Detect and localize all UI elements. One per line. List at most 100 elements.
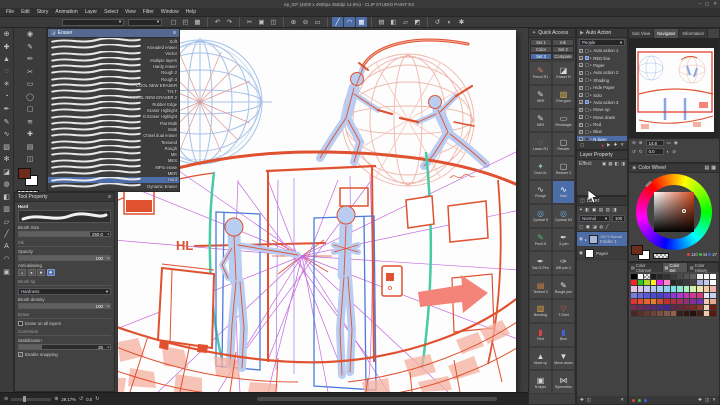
auto-action-item[interactable]: ✓ ▸ Paper xyxy=(577,62,627,69)
layer-delete-icon[interactable]: ✕ xyxy=(620,397,624,403)
decoration-tool-icon[interactable]: ✻ xyxy=(0,153,13,166)
tab-color-channel[interactable]: ▤ Color Channel xyxy=(629,263,663,273)
play-action-icon[interactable]: ▶ xyxy=(607,142,610,148)
subtool-pencil-icon[interactable]: ✏ xyxy=(24,53,37,66)
expand-icon[interactable]: ▸ xyxy=(590,130,592,134)
qa-tool-cymbal-h2[interactable]: ◎ Cymbal H2 xyxy=(552,203,575,228)
expand-icon[interactable]: ▸ xyxy=(590,78,592,82)
mask-icon[interactable]: ◨ xyxy=(612,207,616,213)
panel-menu-icon[interactable]: ≡ xyxy=(108,194,111,200)
maximize-button[interactable]: ▢ xyxy=(705,1,709,7)
figure-tool-icon[interactable]: ▱ xyxy=(0,216,13,229)
layer-duplicate-icon[interactable]: ◫ xyxy=(587,397,591,403)
auto-action-item[interactable]: ✓ ▸ Move up xyxy=(577,106,627,113)
sv-selector[interactable] xyxy=(682,209,686,213)
qa-tool-rough[interactable]: ∿ Rough xyxy=(529,179,552,204)
brush-tool-icon[interactable]: ∿ xyxy=(0,128,13,141)
rotate-view-icon[interactable]: ↺ xyxy=(432,17,443,27)
zoom-in-icon[interactable]: ⊕ xyxy=(54,396,58,402)
qa-tool-symmetric[interactable]: ⋈ Symmetric xyxy=(552,370,575,395)
color-wheel-area[interactable] xyxy=(629,173,719,250)
snap-ruler-icon[interactable]: ╱ xyxy=(332,17,343,27)
color-swatch[interactable] xyxy=(670,311,678,318)
qa-tool-hard[interactable]: ∿ Hard xyxy=(552,179,575,204)
nav-reset-icon[interactable]: ⊘ xyxy=(672,149,676,155)
enable-snapping-checkbox[interactable]: ✓ xyxy=(18,352,23,357)
color-swatch[interactable] xyxy=(677,311,684,318)
qa-tool-blue[interactable]: ▮ Blue xyxy=(552,322,575,347)
expand-icon[interactable]: ▸ xyxy=(590,115,592,119)
menu-help[interactable]: Help xyxy=(186,9,196,15)
menu-layer[interactable]: Layer xyxy=(85,9,98,15)
qa-tool-wb-pen-2[interactable]: ✑ WB pen 2 xyxy=(552,251,575,276)
nav-rotate-cw-icon[interactable]: ↻ xyxy=(639,149,643,155)
select-area-icon[interactable]: ▱ xyxy=(400,17,411,27)
horizontal-scrollbar[interactable] xyxy=(257,397,497,401)
duplicate-subtool-icon[interactable]: ◫ xyxy=(165,190,169,191)
action-checkbox[interactable]: ✓ xyxy=(579,78,583,83)
qa-tool-red[interactable]: ▮ Red xyxy=(529,322,552,347)
menu-file[interactable]: File xyxy=(6,9,14,15)
auto-action-item[interactable]: ✓ ▸ Shading xyxy=(577,77,627,84)
subtool-pen-icon[interactable]: ✎ xyxy=(24,41,37,54)
replace-swatch-icon[interactable]: ◫ xyxy=(705,397,709,403)
snap-special-ruler-icon[interactable]: ◠ xyxy=(344,17,355,27)
auto-action-item[interactable]: ✓ ▸ Auto action 2 xyxy=(577,69,627,76)
nav-actual-icon[interactable]: ◉ xyxy=(674,140,678,146)
lock-layer-icon[interactable]: ▢ xyxy=(579,224,583,230)
aa-medium-button[interactable]: ● xyxy=(37,269,45,276)
color-swatch[interactable] xyxy=(696,311,704,318)
qa-tool-move-up[interactable]: ▲ Move up xyxy=(529,346,552,371)
action-checkbox[interactable]: ✓ xyxy=(579,85,583,90)
layer-visibility-icon[interactable]: ◉ xyxy=(579,250,583,256)
text-tool-icon[interactable]: A xyxy=(0,241,13,254)
auto-action-item[interactable]: ✓ ▸ Auto action 3 xyxy=(577,99,627,106)
brush-size-slider[interactable]: 250.0 ▸ xyxy=(18,231,111,237)
border-effect-icon[interactable]: ▣ xyxy=(602,161,606,167)
menu-animation[interactable]: Animation xyxy=(55,9,77,15)
add-action-icon[interactable]: ✚ xyxy=(613,142,617,148)
copy-icon[interactable]: ▣ xyxy=(256,17,267,27)
qa-tool-pecil-h[interactable]: ✎ Pecil H xyxy=(529,227,552,252)
auto-action-item[interactable]: ✓ ▸ Blue xyxy=(577,128,627,135)
zoom-out-icon[interactable]: ⊖ xyxy=(300,17,311,27)
snap-grid-icon[interactable]: ▦ xyxy=(356,17,367,27)
paste-icon[interactable]: ◫ xyxy=(268,17,279,27)
tone-effect-icon[interactable]: ▦ xyxy=(608,161,612,167)
color-swatch[interactable] xyxy=(710,311,717,318)
qa-tool-t-shirt[interactable]: ▽ T-Shirt xyxy=(552,298,575,323)
navigator-thumbnail[interactable] xyxy=(629,38,719,138)
layer-row[interactable]: ◉ ▸ 100 % Normal Folder 1 xyxy=(577,232,627,247)
add-swatch-icon[interactable]: ✚ xyxy=(698,397,702,403)
frame-border-tool-icon[interactable]: ▣ xyxy=(0,266,13,279)
gradient-tool-icon[interactable]: ▥ xyxy=(0,203,13,216)
brush-density-slider[interactable]: 100 ▸ xyxy=(18,303,111,309)
menu-view[interactable]: View xyxy=(125,9,136,15)
stabilization-slider[interactable]: 25 ▸ xyxy=(18,344,111,350)
action-set-combo[interactable]: People ▾ xyxy=(579,39,625,46)
transparent-swatch[interactable] xyxy=(653,253,669,259)
pencil-tool-icon[interactable]: ✎ xyxy=(0,116,13,129)
redo-icon[interactable]: ↷ xyxy=(224,17,235,27)
qa-set-compare[interactable]: Compare xyxy=(552,53,574,60)
clip-icon[interactable]: ◪ xyxy=(593,224,597,230)
expand-icon[interactable]: ▸ xyxy=(590,56,592,60)
qa-set-ink[interactable]: Ink xyxy=(552,39,574,46)
layer-color-icon[interactable]: ◧ xyxy=(614,161,618,167)
move-tool-icon[interactable]: ✚ xyxy=(0,41,13,54)
tip-shape-combo[interactable]: Hardness ▾ xyxy=(18,288,111,295)
color-swatch[interactable] xyxy=(644,311,651,318)
auto-action-item[interactable]: ✓ ▸ Auto action 1 xyxy=(577,47,627,54)
action-checkbox[interactable]: ✓ xyxy=(579,56,583,61)
qa-tool-n-layer[interactable]: ▣ N layer xyxy=(529,370,552,395)
expand-icon[interactable]: ▸ xyxy=(590,49,592,53)
expand-icon[interactable]: ▸ xyxy=(590,63,592,67)
qa-tool-dust-gr[interactable]: ✦ Dust Gr xyxy=(529,156,552,180)
fill-tool-icon[interactable]: ◧ xyxy=(0,191,13,204)
action-checkbox[interactable]: ✓ xyxy=(579,48,583,53)
foreground-color-swatch[interactable] xyxy=(631,245,643,255)
qa-set-color[interactable]: Color xyxy=(530,46,552,53)
erase-all-layers-checkbox[interactable] xyxy=(18,321,23,326)
qa-tool-rectangle[interactable]: ▭ Rectangle xyxy=(552,108,575,133)
zoom-slider[interactable] xyxy=(11,396,52,402)
